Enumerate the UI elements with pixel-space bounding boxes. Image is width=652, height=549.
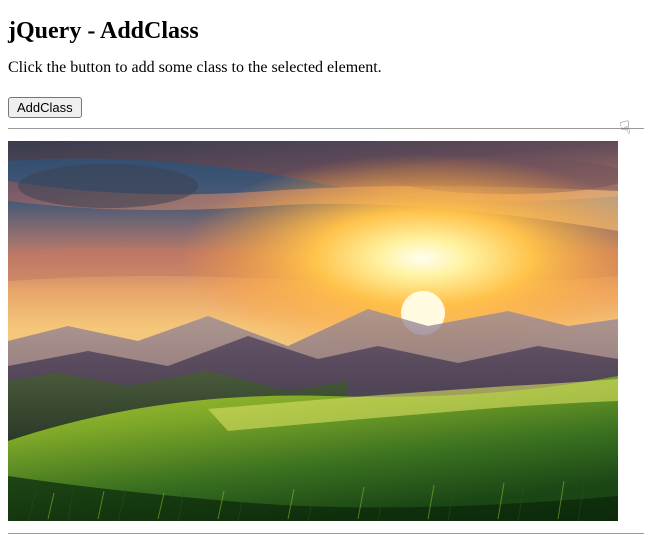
page-title: jQuery - AddClass <box>8 18 644 45</box>
demo-image-container <box>8 141 618 521</box>
divider-bottom <box>8 533 644 534</box>
addclass-button[interactable]: AddClass <box>8 97 82 118</box>
divider-top <box>8 128 644 129</box>
instruction-text: Click the button to add some class to th… <box>8 59 644 77</box>
landscape-image <box>8 141 618 521</box>
